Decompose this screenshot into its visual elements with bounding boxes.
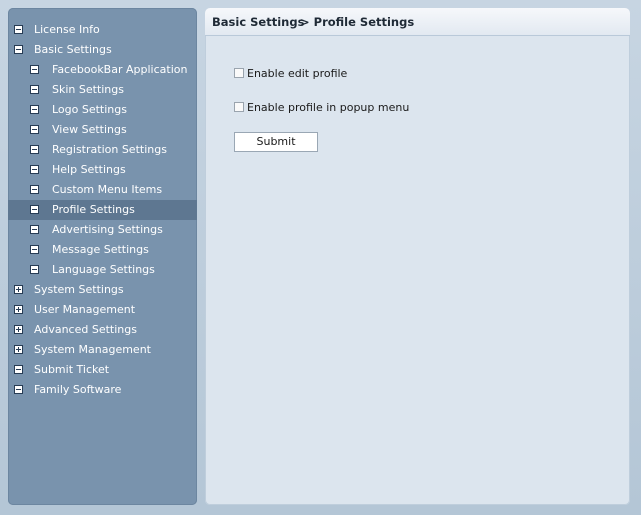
sidebar-item-language-settings[interactable]: Language Settings [8,260,197,280]
sidebar-item-label: License Info [34,23,100,36]
collapse-icon[interactable] [30,105,39,114]
collapse-icon[interactable] [30,65,39,74]
expand-icon[interactable] [14,325,23,334]
sidebar-item-label: System Management [34,343,151,356]
sidebar-tree: License Info Basic Settings FacebookBar Ap… [8,20,197,400]
sidebar-item-help-settings[interactable]: Help Settings [8,160,197,180]
sidebar-item-license-info[interactable]: License Info [8,20,197,40]
sidebar-item-label: Message Settings [52,243,149,256]
submit-button[interactable]: Submit [234,132,318,152]
sidebar-item-label: Skin Settings [52,83,124,96]
sidebar-item-label: Submit Ticket [34,363,110,376]
sidebar-item-advertising-settings[interactable]: Advertising Settings [8,220,197,240]
expand-icon[interactable] [14,345,23,354]
enable-edit-profile-label[interactable]: Enable edit profile [247,67,347,81]
enable-profile-popup-label[interactable]: Enable profile in popup menu [247,101,409,115]
sidebar-item-basic-settings[interactable]: Basic Settings [8,40,197,60]
sidebar-item-submit-ticket[interactable]: Submit Ticket [8,360,197,380]
sidebar-item-label: Custom Menu Items [52,183,163,196]
sidebar-item-registration-settings[interactable]: Registration Settings [8,140,197,160]
breadcrumb-section[interactable]: Basic Settings [212,15,304,29]
content-header: Basic Settings > Profile Settings [205,8,630,36]
enable-profile-popup-checkbox[interactable] [234,102,244,112]
collapse-icon[interactable] [30,245,39,254]
sidebar-item-logo-settings[interactable]: Logo Settings [8,100,197,120]
collapse-icon[interactable] [14,45,23,54]
collapse-icon[interactable] [30,225,39,234]
sidebar-item-label: System Settings [34,283,124,296]
sidebar-item-label: Help Settings [52,163,126,176]
main-content: Basic Settings > Profile Settings Enable… [205,8,630,505]
sidebar-item-facebookbar-application[interactable]: FacebookBar Application [8,60,197,80]
collapse-icon[interactable] [14,365,23,374]
sidebar-item-label: Registration Settings [52,143,167,156]
sidebar-item-label: Profile Settings [52,203,135,216]
collapse-icon[interactable] [30,265,39,274]
sidebar-item-view-settings[interactable]: View Settings [8,120,197,140]
expand-icon[interactable] [14,305,23,314]
collapse-icon[interactable] [30,205,39,214]
collapse-icon[interactable] [30,85,39,94]
sidebar-item-advanced-settings[interactable]: Advanced Settings [8,320,197,340]
sidebar-item-label: User Management [34,303,136,316]
sidebar-item-skin-settings[interactable]: Skin Settings [8,80,197,100]
sidebar-item-label: Language Settings [52,263,155,276]
sidebar-item-label: Advertising Settings [52,223,163,236]
breadcrumb-page: > Profile Settings [300,15,415,29]
sidebar-item-system-management[interactable]: System Management [8,340,197,360]
sidebar-item-label: Logo Settings [52,103,127,116]
sidebar-item-profile-settings[interactable]: Profile Settings [8,200,197,220]
collapse-icon[interactable] [30,165,39,174]
sidebar-item-family-software[interactable]: Family Software [8,380,197,400]
sidebar-item-message-settings[interactable]: Message Settings [8,240,197,260]
collapse-icon[interactable] [14,25,23,34]
sidebar-item-label: Advanced Settings [34,323,137,336]
sidebar: License Info Basic Settings FacebookBar Ap… [8,8,197,505]
collapse-icon[interactable] [14,385,23,394]
sidebar-item-label: Basic Settings [34,43,112,56]
sidebar-item-system-settings[interactable]: System Settings [8,280,197,300]
collapse-icon[interactable] [30,145,39,154]
sidebar-item-custom-menu-items[interactable]: Custom Menu Items [8,180,197,200]
sidebar-item-label: Family Software [34,383,122,396]
sidebar-item-label: FacebookBar Application [52,63,188,76]
sidebar-item-user-management[interactable]: User Management [8,300,197,320]
expand-icon[interactable] [14,285,23,294]
collapse-icon[interactable] [30,185,39,194]
enable-edit-profile-checkbox[interactable] [234,68,244,78]
collapse-icon[interactable] [30,125,39,134]
sidebar-item-label: View Settings [52,123,127,136]
